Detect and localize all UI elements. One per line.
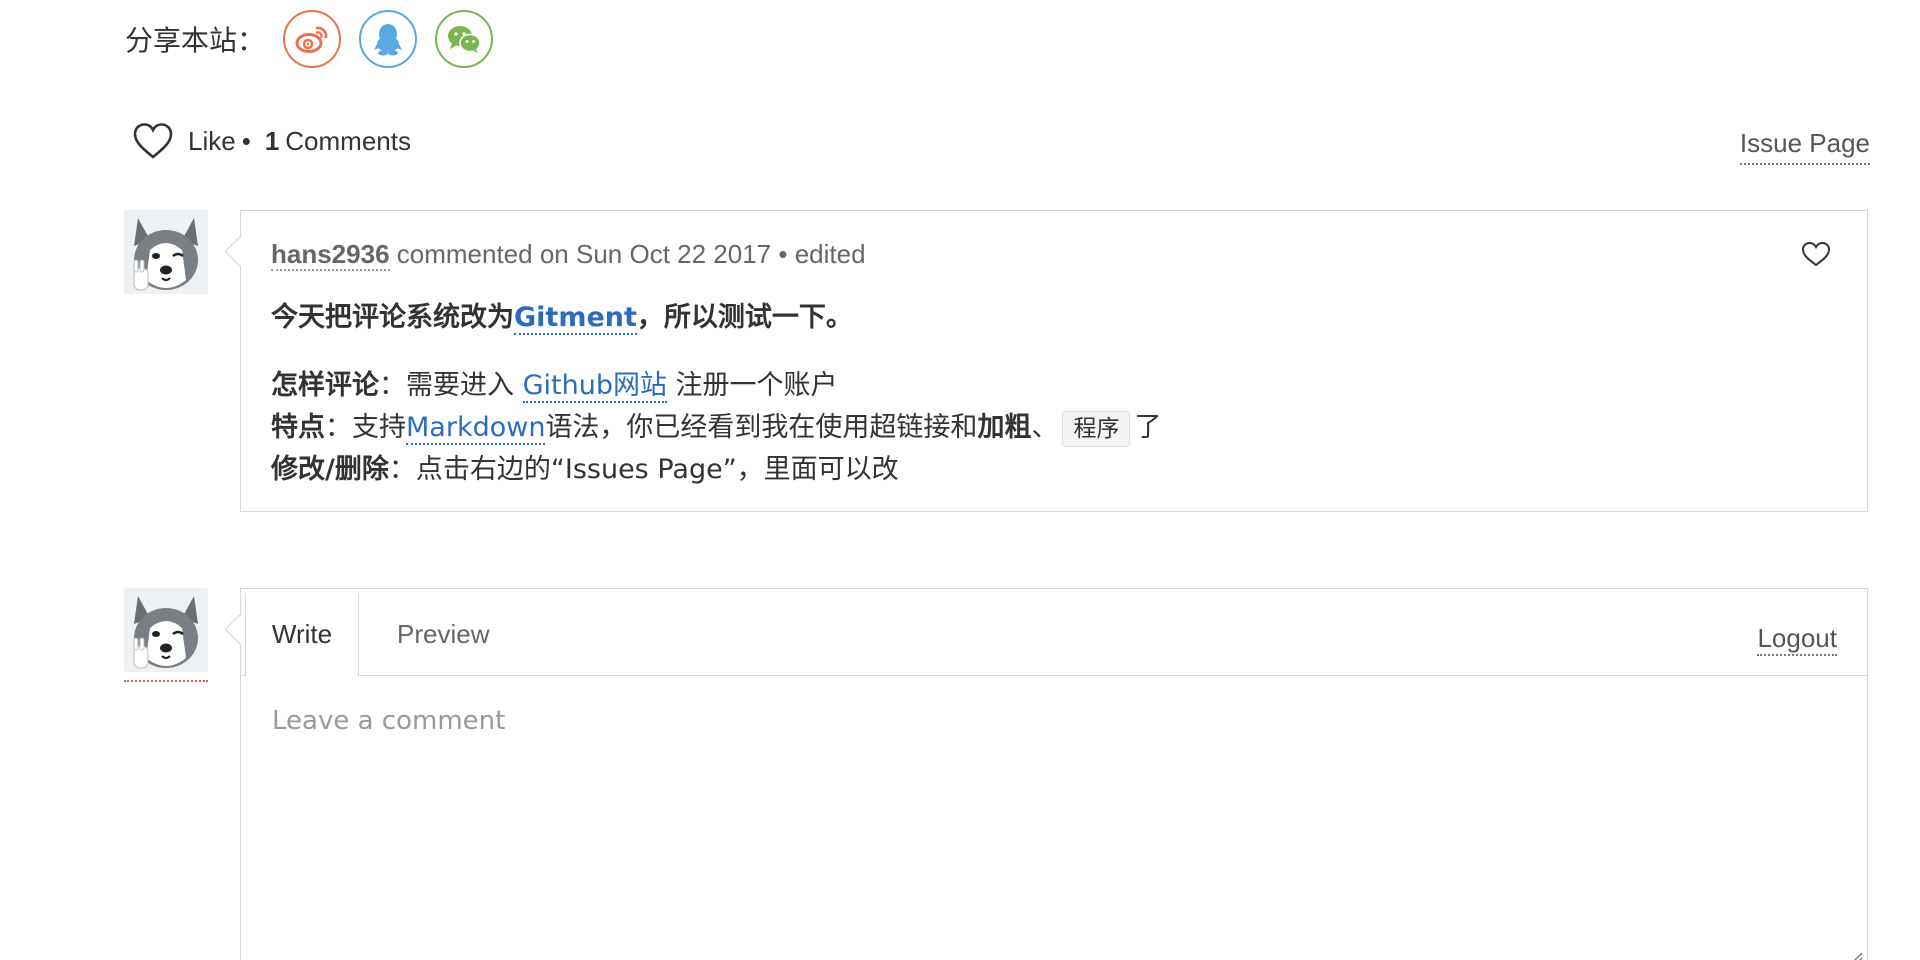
line1-text-b: 注册一个账户 [666,370,838,401]
inline-code: 程序 [1062,410,1131,447]
github-link[interactable]: Github网站 [522,370,667,403]
share-bar: 分享本站： [125,10,511,68]
line2-sep: 、 [1031,412,1059,443]
line1-text-a: 需要进入 [406,370,523,401]
comment-line-edit: 修改/删除：点击右边的“Issues Page”，里面可以改 [271,449,1837,491]
comment-action: commented on [396,239,569,269]
editor-tabs: Write Preview Logout [241,589,1867,676]
comment-pointer [224,236,255,267]
line3-text: 点击右边的“Issues Page”，里面可以改 [415,454,899,485]
tab-write[interactable]: Write [245,593,359,676]
comment-meta-bar: Like • 1 Comments [132,122,411,160]
comment-header: hans2936 commented on Sun Oct 22 2017 • … [271,239,866,271]
comment-date: Sun Oct 22 2017 [575,239,772,269]
heart-icon [1801,241,1831,267]
line1-label: 怎样评论 [271,370,379,401]
tab-preview[interactable]: Preview [397,593,489,675]
line3-colon: ： [388,454,416,485]
comment-intro: 今天把评论系统改为Gitment，所以测试一下。 [271,297,1837,339]
line2-bold: 加粗 [977,412,1032,443]
line1-colon: ： [379,370,406,401]
qq-icon [374,24,403,56]
meta-separator: • [241,125,251,156]
husky-avatar-image [124,588,208,672]
like-button[interactable] [132,122,174,160]
comment-like-button[interactable] [1801,241,1831,267]
markdown-link[interactable]: Markdown [406,412,546,445]
comment-textarea[interactable] [242,676,1866,960]
share-weibo-button[interactable] [283,10,342,68]
line2-colon: ： [325,412,352,443]
resize-grip-icon[interactable] [1847,949,1863,960]
comment-separator: • [778,239,788,269]
comment-edited-label: edited [794,239,866,269]
comment-line-features: 特点：支持Markdown语法，你已经看到我在使用超链接和加粗、 程序了 [271,407,1837,449]
line2-text-c: 了 [1134,412,1162,443]
weibo-icon [295,26,328,53]
comment-line-how: 怎样评论：需要进入 Github网站 注册一个账户 [271,365,1837,407]
line2-text-b: 语法，你已经看到我在使用超链接和 [545,412,978,443]
like-label: Like [188,125,236,156]
share-label: 分享本站： [125,25,266,56]
comment-body: 今天把评论系统改为Gitment，所以测试一下。 怎样评论：需要进入 Githu… [271,297,1837,491]
comment-editor: Write Preview Logout [224,588,1868,960]
issue-page-link[interactable]: Issue Page [1739,128,1870,165]
line3-label: 修改/删除 [271,454,389,485]
line2-label: 特点 [271,412,325,443]
current-user-underline [124,680,208,682]
commenter-avatar[interactable] [124,210,208,294]
intro-suffix: ，所以测试一下。 [636,302,853,333]
husky-avatar-image [124,210,208,294]
comment-count: 1 [264,125,280,156]
share-wechat-button[interactable] [435,10,494,68]
heart-icon [133,123,173,159]
comment-card: hans2936 commented on Sun Oct 22 2017 • … [224,210,1868,512]
intro-prefix: 今天把评论系统改为 [271,302,514,333]
wechat-icon [448,26,481,53]
comment-author-link[interactable]: hans2936 [271,239,390,271]
gitment-link[interactable]: Gitment [514,302,637,335]
comments-label: Comments [285,125,411,156]
line2-text-a: 支持 [352,412,406,443]
logout-link[interactable]: Logout [1757,623,1837,656]
share-qq-button[interactable] [359,10,418,68]
current-user-avatar[interactable] [124,588,208,672]
gitment-page: 分享本站： Like • 1 Comments Issue Page hans2… [0,0,1920,960]
